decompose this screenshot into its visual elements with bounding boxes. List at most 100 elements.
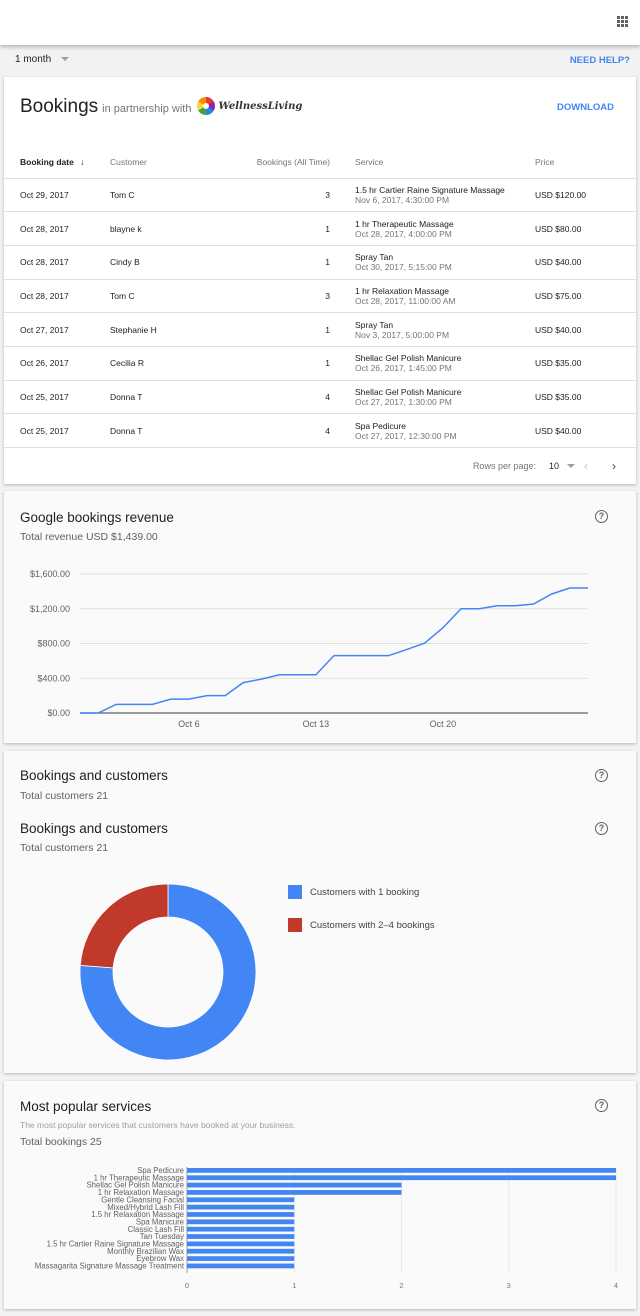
customers-title-2: Bookings and customers [20, 821, 168, 836]
legend-swatch [288, 918, 302, 932]
date-range-select[interactable]: 1 month [15, 54, 70, 65]
wellnessliving-logo-icon [197, 97, 216, 115]
service-name: Shellac Gel Polish Manicure [355, 353, 462, 364]
x-tick-label: Oct 20 [430, 719, 457, 729]
table-row[interactable]: Oct 26, 2017 Cecilia R 1 Shellac Gel Polish… [4, 346, 636, 381]
y-tick-label: $0.00 [47, 708, 70, 718]
bookings-card: Bookings in partnership with WellnessLiv… [4, 77, 636, 520]
prev-page-button[interactable]: ‹ [584, 459, 588, 473]
bookings-title: Bookings [20, 96, 99, 117]
bookings-count-cell: 1 [230, 245, 330, 280]
bar [187, 1204, 295, 1210]
service-datetime: Oct 27, 2017, 12:30:00 PM [355, 430, 457, 441]
table-header-row: Booking date ↓ Customer Bookings (All Ti… [4, 147, 636, 179]
need-help-link[interactable]: NEED HELP? [570, 55, 630, 66]
y-tick-label: $1,200.00 [30, 604, 70, 614]
table-row[interactable]: Oct 28, 2017 Tom C31 hr Relaxation Massag… [4, 279, 636, 314]
x-tick-label: Oct 6 [178, 719, 200, 729]
bar [187, 1263, 295, 1269]
bar [187, 1197, 295, 1203]
service-datetime: Oct 26, 2017, 1:45:00 PM [355, 363, 452, 374]
column-header-service[interactable]: Service [330, 147, 535, 179]
help-icon[interactable]: ? [595, 510, 608, 523]
partner-logo: WellnessLiving [197, 97, 302, 115]
service-name: Spray Tan [355, 252, 394, 263]
table-row[interactable]: Oct 25, 2017 Donna T 4 Shellac Gel Polish M… [4, 380, 636, 415]
booking-date-cell: Oct 29, 2017 [4, 178, 110, 213]
table-row[interactable]: Oct 28, 2017 Cindy B 1 Spray Tan Oct 30, 201… [4, 245, 636, 280]
customer-cell: Tom C [110, 279, 230, 314]
column-header-bookings-all-time[interactable]: Bookings (All Time) [230, 147, 330, 179]
pagination: Rows per page: 10 ‹ › [473, 459, 616, 473]
bar [187, 1190, 402, 1195]
caret-down-icon[interactable] [567, 464, 575, 468]
service-name: Shellac Gel Polish Manicure [355, 386, 462, 397]
apps-grid-icon[interactable] [617, 16, 628, 27]
x-tick-label: 1 [292, 1281, 296, 1290]
bar [187, 1212, 295, 1217]
revenue-line-chart: $0.00 $400.00 $800.00 $1,200.00 $1,600.00 Oct… [30, 569, 589, 729]
bar [187, 1175, 616, 1181]
customer-cell: Cecilia R [110, 346, 230, 381]
service-datetime: Oct 28, 2017, 11:00:00 AM [355, 295, 456, 306]
service-cell: Spray Tan Oct 30, 2017, 5:15:00 PM [330, 245, 535, 280]
filter-bar: 1 month NEED HELP? [0, 45, 640, 75]
help-icon[interactable]: ? [595, 769, 608, 782]
price-cell: USD $35.00 [535, 346, 636, 381]
customers-title: Bookings and customers [20, 768, 168, 783]
booking-date-cell: Oct 25, 2017 [4, 413, 110, 448]
services-title: Most popular services [20, 1099, 152, 1114]
legend-item: Customers with 1 booking [288, 885, 419, 899]
bar [187, 1219, 295, 1225]
services-description: The most popular services that customers… [20, 1120, 296, 1130]
next-page-button[interactable]: › [612, 459, 616, 473]
bar [187, 1248, 295, 1254]
date-range-value: 1 month [15, 54, 52, 65]
bookings-count-cell: 4 [230, 380, 330, 415]
table-row[interactable]: Oct 28, 2017 blayne k11 hr Therapeutic Ma… [4, 211, 636, 246]
rows-per-page-select[interactable]: 10 [549, 461, 559, 471]
booking-date-cell: Oct 28, 2017 [4, 279, 110, 314]
booking-date-cell: Oct 28, 2017 [4, 211, 110, 246]
service-datetime: Oct 28, 2017, 4:00:00 PM [355, 228, 452, 239]
revenue-total: Total revenue USD $1,439.00 [20, 531, 158, 543]
service-cell: 1 hr Relaxation Massage Oct 28, 2017, 11:… [330, 279, 535, 314]
y-tick-label: $1,600.00 [30, 569, 70, 579]
column-header-customer[interactable]: Customer [110, 147, 230, 179]
column-header-booking-date[interactable]: Booking date ↓ [4, 147, 110, 179]
booking-date-cell: Oct 25, 2017 [4, 380, 110, 415]
bookings-count-cell: 1 [230, 312, 330, 347]
help-icon[interactable]: ? [595, 822, 608, 835]
price-cell: USD $75.00 [535, 279, 636, 314]
bookings-heading: Bookings in partnership with WellnessLiv… [20, 94, 302, 118]
table-row[interactable]: Oct 25, 2017 Donna T 4 Spa Pedicure Oct 27, … [4, 413, 636, 448]
category-label: Massagarita Signature Massage Treatment [35, 1262, 185, 1271]
table-row[interactable]: Oct 27, 2017 Stephanie H 1 Spray Tan Nov 3, … [4, 312, 636, 347]
customer-cell: Donna T [110, 380, 230, 415]
service-name: 1.5 hr Cartier Raine Signature Massage [355, 184, 505, 195]
bar [187, 1256, 295, 1261]
bookings-count-cell: 1 [230, 211, 330, 246]
booking-date-cell: Oct 27, 2017 [4, 312, 110, 347]
bar [187, 1234, 295, 1239]
legend-swatch [288, 885, 302, 899]
customer-cell: Donna T [110, 413, 230, 448]
service-datetime: Oct 30, 2017, 5:15:00 PM [355, 262, 452, 273]
customers-donut-chart [79, 883, 257, 1061]
service-datetime: Oct 27, 2017, 1:30:00 PM [355, 396, 452, 407]
service-name: Spa Pedicure [355, 420, 407, 431]
service-cell: 1 hr Therapeutic Massage Oct 28, 2017, 4:… [330, 211, 535, 246]
services-total: Total bookings 25 [20, 1136, 102, 1148]
download-button[interactable]: DOWNLOAD [557, 102, 614, 113]
booking-date-cell: Oct 28, 2017 [4, 245, 110, 280]
help-icon[interactable]: ? [595, 1099, 608, 1112]
revenue-card: Google bookings revenue Total revenue US… [4, 491, 636, 743]
caret-down-icon [61, 57, 70, 62]
table-row[interactable]: Oct 29, 2017 Tom C 3 1.5 hr Cartier Raine S… [4, 178, 636, 213]
customer-cell: Cindy B [110, 245, 230, 280]
column-header-price[interactable]: Price [535, 147, 636, 179]
services-card: Most popular services The most popular s… [4, 1081, 636, 1309]
service-cell: 1.5 hr Cartier Raine Signature Massage No… [330, 178, 535, 213]
x-tick-label: 0 [185, 1281, 189, 1290]
service-cell: Shellac Gel Polish Manicure Oct 27, 2017,… [330, 380, 535, 415]
